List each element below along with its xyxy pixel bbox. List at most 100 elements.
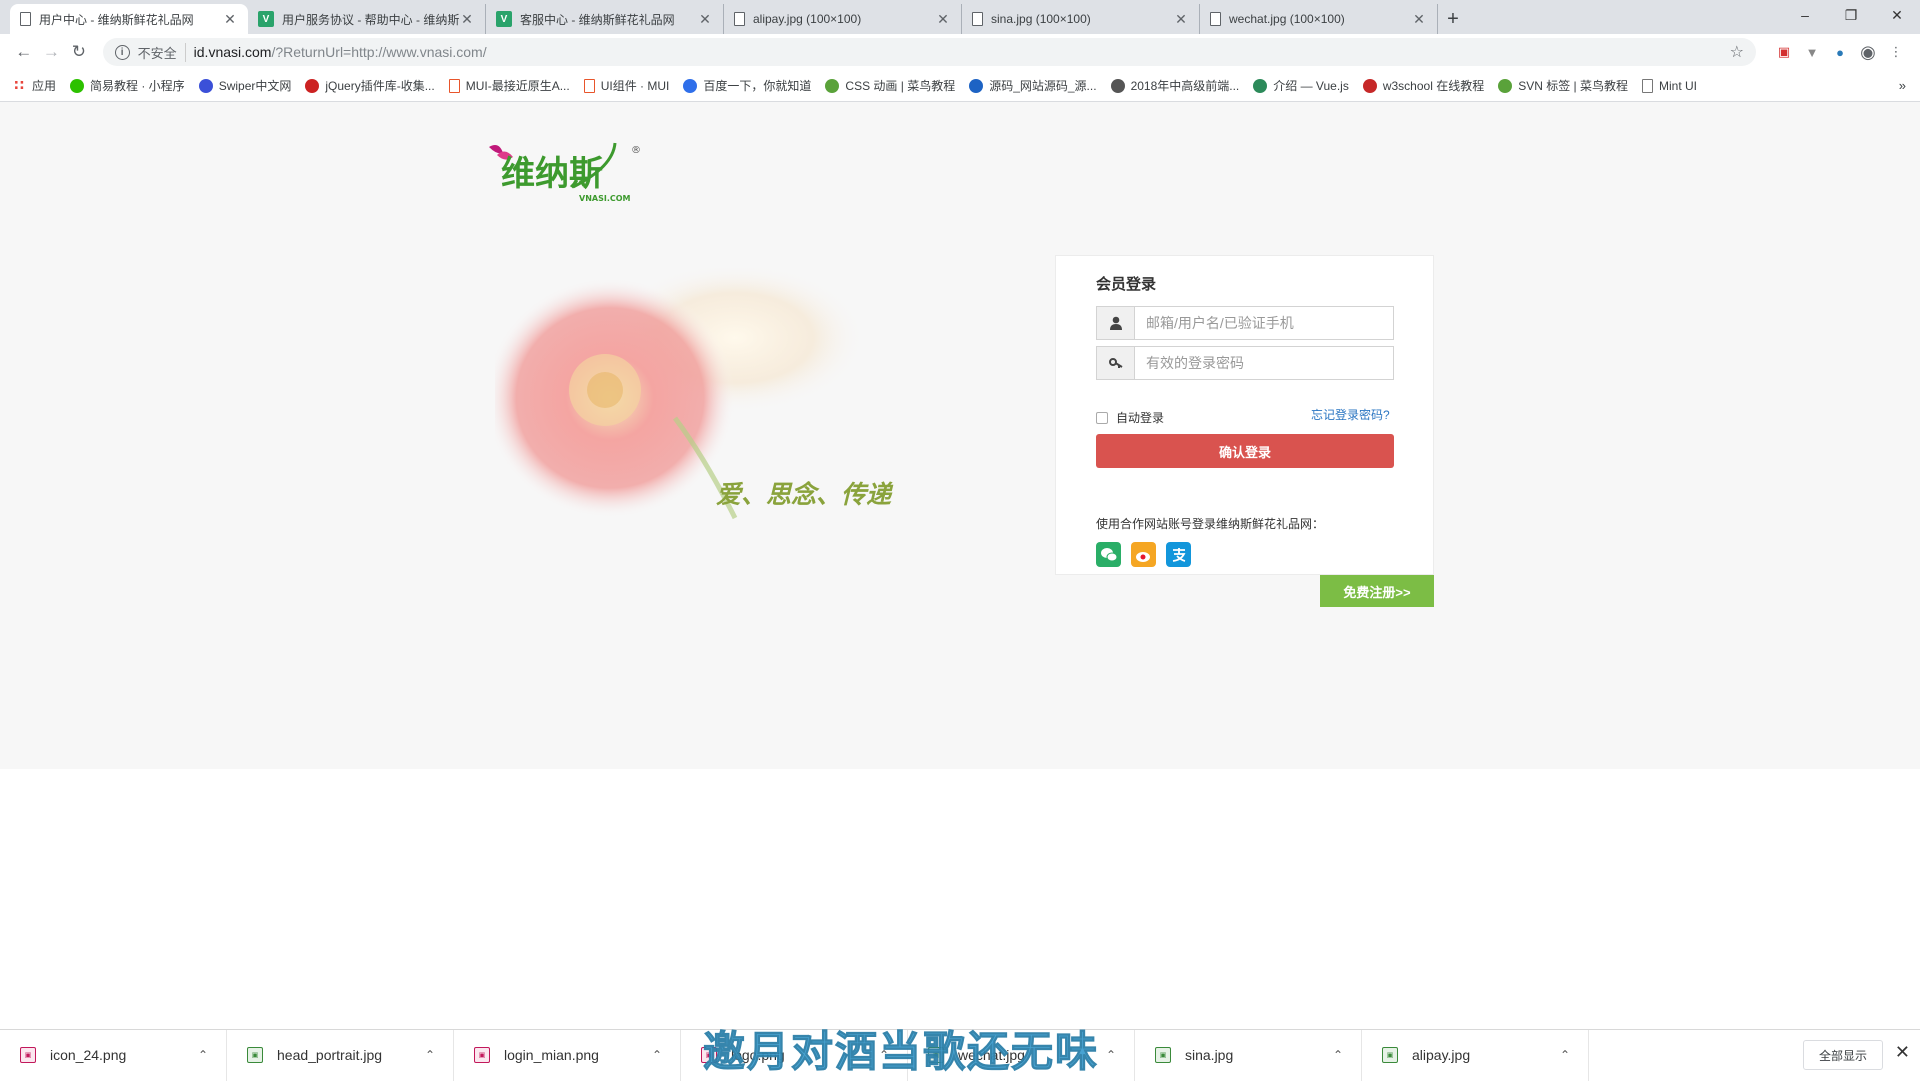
info-icon[interactable]: i [114, 44, 130, 60]
auto-login-option[interactable]: 自动登录 [1096, 409, 1164, 426]
file-icon [972, 12, 983, 26]
brand-name: 维纳斯 [501, 154, 603, 194]
key-icon [1097, 347, 1135, 379]
bookmark-item[interactable]: ∷ 应用 [12, 77, 56, 94]
bookmark-item[interactable]: jQuery插件库-收集... [305, 77, 435, 94]
new-tab-icon[interactable]: + [1438, 4, 1468, 34]
more-bookmarks-icon[interactable]: » [1899, 78, 1906, 93]
bookmark-label: MUI-最接近原生A... [465, 79, 570, 93]
swiper-icon [198, 78, 213, 93]
tab-close-icon[interactable]: ✕ [459, 11, 475, 28]
chevron-up-icon[interactable]: ⌃ [1106, 1048, 1116, 1062]
menu-icon[interactable]: ⋮ [1882, 38, 1910, 66]
tab-close-icon[interactable]: ✕ [1411, 11, 1427, 28]
chevron-up-icon[interactable]: ⌃ [198, 1048, 208, 1062]
download-item[interactable]: ▣ login_mian.png ⌃ [454, 1029, 681, 1081]
extension-fe-icon[interactable]: ▣ [1770, 38, 1798, 66]
back-icon[interactable]: ← [10, 38, 38, 66]
restore-icon[interactable]: ❐ [1828, 0, 1874, 30]
image-file-icon: ▣ [247, 1047, 263, 1063]
download-filename: login_mian.png [504, 1047, 599, 1063]
address-bar[interactable]: i 不安全 id.vnasi.com/?ReturnUrl=http://www… [102, 38, 1756, 66]
bookmark-star-icon[interactable]: ☆ [1730, 42, 1744, 62]
tab-close-icon[interactable]: ✕ [222, 11, 238, 28]
browser-tab[interactable]: V 用户服务协议 - 帮助中心 - 维纳斯 ✕ [248, 4, 486, 34]
bookmark-item[interactable]: UI组件 · MUI [583, 77, 670, 94]
alipay-icon[interactable] [1166, 542, 1191, 567]
auto-login-checkbox[interactable] [1096, 411, 1108, 424]
bookmark-item[interactable]: CSS 动画 | 菜鸟教程 [825, 77, 955, 94]
register-button[interactable]: 免费注册>> [1320, 575, 1434, 607]
browser-tab[interactable]: wechat.jpg (100×100) ✕ [1200, 4, 1438, 34]
bookmark-item[interactable]: SVN 标签 | 菜鸟教程 [1498, 77, 1628, 94]
partner-login-text: 使用合作网站账号登录维纳斯鲜花礼品网： [1096, 517, 1325, 531]
slogan-text: 爱、思念、传递 [716, 480, 892, 509]
profile-icon[interactable]: ◉ [1854, 38, 1882, 66]
window-controls: – ❐ ✕ [1782, 0, 1920, 30]
bookmark-item[interactable]: 简易教程 · 小程序 [70, 77, 185, 94]
tab-title: 用户中心 - 维纳斯鲜花礼品网 [39, 12, 194, 27]
weibo-icon[interactable] [1131, 542, 1156, 567]
runoob-icon [1498, 78, 1513, 93]
chevron-up-icon[interactable]: ⌃ [1333, 1048, 1343, 1062]
bookmark-item[interactable]: 百度一下，你就知道 [683, 77, 811, 94]
browser-tab[interactable]: 用户中心 - 维纳斯鲜花礼品网 ✕ [10, 4, 248, 34]
extension-globe-icon[interactable]: ● [1826, 38, 1854, 66]
chevron-up-icon[interactable]: ⌃ [652, 1048, 662, 1062]
bookmark-item[interactable]: w3school 在线教程 [1362, 77, 1484, 94]
bookmark-label: 百度一下，你就知道 [703, 79, 812, 93]
forward-icon[interactable]: → [38, 38, 66, 66]
tab-strip: 用户中心 - 维纳斯鲜花礼品网 ✕ V 用户服务协议 - 帮助中心 - 维纳斯 ✕ V 客服… [0, 0, 1920, 34]
tab-title: 客服中心 - 维纳斯鲜花礼品网 [520, 12, 675, 27]
forgot-password-link[interactable]: 忘记登录密码? [1311, 406, 1390, 423]
login-button[interactable]: 确认登录 [1096, 434, 1394, 468]
bookmark-item[interactable]: 2018年中高级前端... [1110, 77, 1239, 94]
tab-close-icon[interactable]: ✕ [935, 11, 951, 28]
image-file-icon: ▣ [1382, 1047, 1398, 1063]
w3school-icon [1362, 78, 1377, 93]
image-file-icon: ▣ [1155, 1047, 1171, 1063]
tab-title: alipay.jpg (100×100) [753, 12, 862, 26]
username-input[interactable] [1135, 307, 1393, 339]
bookmark-label: 介绍 — Vue.js [1273, 79, 1349, 93]
download-item[interactable]: ▣ icon_24.png ⌃ [0, 1029, 227, 1081]
download-item[interactable]: ▣ sina.jpg ⌃ [1135, 1029, 1362, 1081]
close-downloads-icon[interactable]: ✕ [1895, 1042, 1910, 1063]
browser-tab[interactable]: sina.jpg (100×100) ✕ [962, 4, 1200, 34]
browser-tab[interactable]: V 客服中心 - 维纳斯鲜花礼品网 ✕ [486, 4, 724, 34]
minimize-icon[interactable]: – [1782, 0, 1828, 30]
browser-tab[interactable]: alipay.jpg (100×100) ✕ [724, 4, 962, 34]
browser-chrome: 用户中心 - 维纳斯鲜花礼品网 ✕ V 用户服务协议 - 帮助中心 - 维纳斯 ✕ V 客服… [0, 0, 1920, 102]
tab-close-icon[interactable]: ✕ [697, 11, 713, 28]
bookmark-label: jQuery插件库-收集... [325, 79, 435, 93]
bookmark-item[interactable]: 介绍 — Vue.js [1253, 77, 1349, 94]
reload-icon[interactable]: ↻ [65, 38, 93, 66]
bookmark-label: UI组件 · MUI [600, 79, 670, 93]
download-item[interactable]: ▣ alipay.jpg ⌃ [1362, 1029, 1589, 1081]
wechat-icon[interactable] [1096, 542, 1121, 567]
brand-logo[interactable]: 维纳斯 VNASI.COM ® [483, 139, 643, 205]
site-logo-icon: V [496, 11, 512, 27]
bookmark-item[interactable]: Swiper中文网 [198, 77, 291, 94]
file-icon [1210, 12, 1221, 26]
close-window-icon[interactable]: ✕ [1874, 0, 1920, 30]
baidu-icon [683, 78, 698, 93]
download-item[interactable]: ▣ head_portrait.jpg ⌃ [227, 1029, 454, 1081]
chevron-up-icon[interactable]: ⌃ [425, 1048, 435, 1062]
bookmark-item[interactable]: Mint UI [1642, 78, 1697, 93]
partner-login-icons [1096, 542, 1201, 567]
password-input[interactable] [1135, 347, 1393, 379]
file-icon [1642, 78, 1654, 93]
url-text[interactable]: id.vnasi.com/?ReturnUrl=http://www.vnasi… [194, 44, 1730, 60]
extension-vue-icon[interactable]: ▼ [1798, 38, 1826, 66]
show-all-downloads-button[interactable]: 全部显示 [1803, 1040, 1883, 1070]
bookmark-label: 应用 [32, 79, 57, 93]
file-icon [734, 12, 745, 26]
bookmark-item[interactable]: MUI-最接近原生A... [448, 77, 570, 94]
tab-close-icon[interactable]: ✕ [1173, 11, 1189, 28]
file-icon [20, 12, 31, 26]
login-panel: 会员登录 自动登录 忘记登录密码? 确认登录 使用合作网站账号登录维纳斯鲜花礼品… [1055, 255, 1434, 575]
bookmark-item[interactable]: 源码_网站源码_源... [969, 77, 1097, 94]
security-label: 不安全 [138, 42, 186, 62]
chevron-up-icon[interactable]: ⌃ [1560, 1048, 1570, 1062]
